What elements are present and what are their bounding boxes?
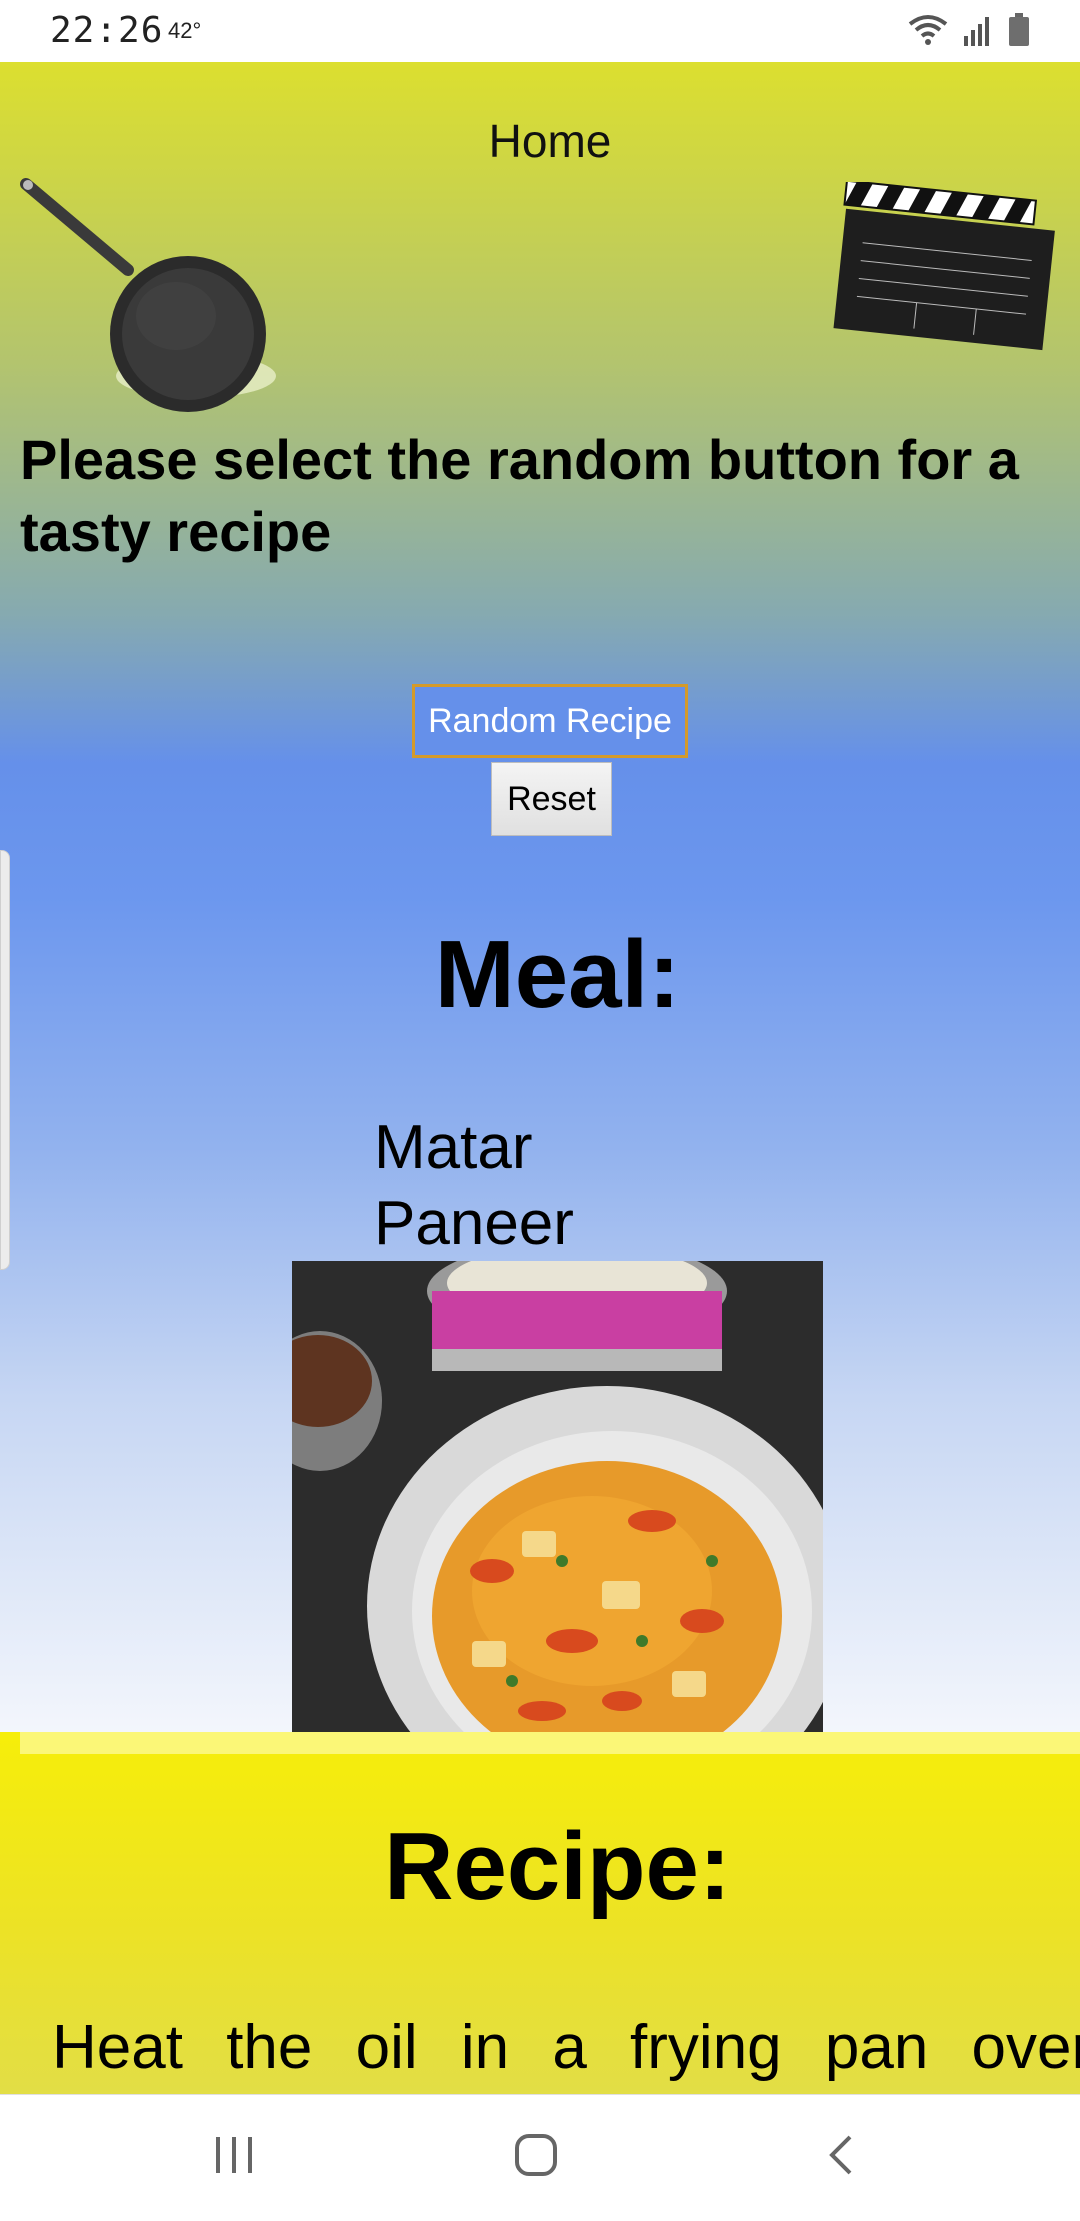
status-time: 22:26 xyxy=(50,10,164,51)
recent-apps-icon[interactable] xyxy=(210,2131,258,2184)
navigation-bar xyxy=(0,2094,1080,2221)
meal-name: Matar Paneer xyxy=(374,1113,574,1258)
meal-heading: Meal: xyxy=(434,921,681,1028)
home-link[interactable]: Home xyxy=(0,114,1080,168)
recipe-heading: Recipe: xyxy=(384,1813,731,1920)
recipe-instructions: Heat the oil in a frying pan over xyxy=(52,2013,1080,2082)
meal-photo xyxy=(292,1261,823,1791)
status-temperature: 42° xyxy=(168,18,202,43)
battery-icon xyxy=(1008,13,1030,52)
status-bar: 22:26 42° xyxy=(0,0,1080,62)
back-icon[interactable] xyxy=(818,2131,866,2184)
section-divider xyxy=(20,1732,1080,1754)
recipe-section: Recipe: Heat the oil in a frying pan ove… xyxy=(0,1732,1080,2094)
wifi-icon xyxy=(906,12,950,53)
reset-button[interactable]: Reset xyxy=(491,762,612,836)
frying-pan-image xyxy=(18,166,278,441)
clapperboard-image xyxy=(830,179,1070,367)
signal-icon xyxy=(964,14,994,51)
edge-panel-handle[interactable] xyxy=(0,850,10,1270)
instruction-heading: Please select the random button for a ta… xyxy=(20,428,1019,563)
random-recipe-button[interactable]: Random Recipe xyxy=(412,684,688,758)
home-icon[interactable] xyxy=(512,2131,560,2184)
main-page: Home Please select the random button for… xyxy=(0,62,1080,1791)
